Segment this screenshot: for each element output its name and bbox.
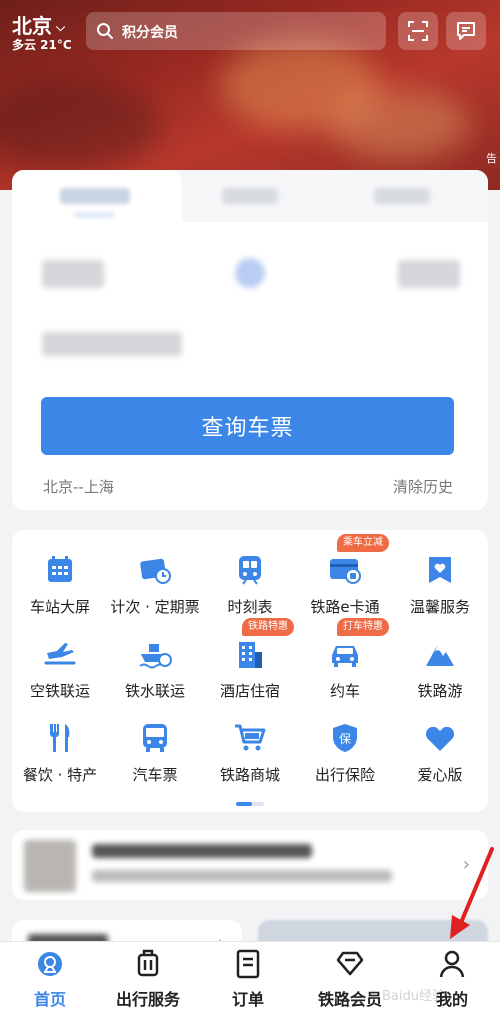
service-label: 出行保险: [314, 766, 375, 784]
ship-rail-icon: [137, 636, 173, 672]
departure-date[interactable]: [42, 332, 182, 356]
city-name: 北京: [12, 14, 52, 38]
service-label: 铁路e卡通: [310, 598, 380, 616]
tab-home[interactable]: 首页: [0, 942, 100, 1031]
service-bus[interactable]: 汽车票: [107, 714, 203, 792]
bus-icon: [137, 720, 173, 756]
scan-button[interactable]: [398, 12, 438, 50]
tab-orders[interactable]: 订单: [198, 942, 298, 1031]
search-icon: [97, 23, 113, 39]
city-selector[interactable]: 北京 ⌵: [12, 10, 65, 39]
service-label: 温馨服务: [409, 598, 470, 616]
service-label: 约车: [329, 682, 360, 700]
ad-tag: 告: [486, 152, 497, 165]
message-icon: [457, 22, 475, 40]
notice-subtitle: [92, 870, 392, 882]
service-label: 车站大屏: [29, 598, 90, 616]
tab-label: 出行服务: [115, 990, 180, 1009]
service-label: 爱心版: [417, 766, 463, 784]
service-warm-service[interactable]: 温馨服务: [392, 546, 488, 624]
notice-thumbnail: [24, 840, 76, 892]
service-car[interactable]: 打车特惠 约车: [297, 618, 393, 708]
service-label: 计次 · 定期票: [110, 598, 200, 616]
service-station-screen[interactable]: 车站大屏: [12, 546, 108, 624]
mountain-tour-icon: [422, 636, 458, 672]
service-insurance[interactable]: 保 出行保险: [297, 714, 393, 792]
arrival-station[interactable]: [398, 260, 460, 288]
news-notice-card[interactable]: ›: [12, 830, 488, 900]
tab-active[interactable]: [60, 188, 130, 204]
promo-badge: 乘车立减: [337, 534, 389, 552]
fork-knife-icon: [42, 720, 78, 756]
service-food[interactable]: 餐饮 · 特产: [12, 714, 108, 792]
weather-info: 多云 21°C: [12, 38, 72, 52]
search-history-item[interactable]: 北京--上海: [43, 476, 114, 497]
service-label: 铁路游: [417, 682, 463, 700]
tab-second[interactable]: [222, 188, 278, 204]
swap-stations-button[interactable]: [235, 258, 265, 288]
person-icon: [436, 948, 468, 980]
car-icon: [327, 636, 363, 672]
shopping-cart-icon: [232, 720, 268, 756]
luggage-icon: [132, 948, 164, 980]
service-label: 铁水联运: [124, 682, 185, 700]
service-rail-ecard[interactable]: 乘车立减 铁路e卡通: [297, 534, 393, 624]
plane-rail-icon: [42, 636, 78, 672]
heart-service-icon: [422, 552, 458, 588]
service-label: 铁路商城: [219, 766, 280, 784]
service-plane-rail[interactable]: 空铁联运: [12, 630, 108, 708]
ticket-search-card: 查询车票 北京--上海 清除历史: [12, 170, 488, 510]
service-label: 餐饮 · 特产: [22, 766, 98, 784]
search-placeholder: 积分会员: [122, 25, 178, 41]
ticket-pass-icon: [137, 552, 173, 588]
query-tickets-button[interactable]: 查询车票: [41, 397, 454, 455]
message-button[interactable]: [446, 12, 486, 50]
promo-badge: 打车特惠: [337, 618, 389, 636]
services-grid: 车站大屏 计次 · 定期票 时刻表 乘车立减 铁路e卡通 温馨服务 空铁联运 铁…: [12, 530, 488, 812]
service-label: 空铁联运: [29, 682, 90, 700]
service-care-mode[interactable]: 爱心版: [392, 714, 488, 792]
order-doc-icon: [232, 948, 264, 980]
departure-station[interactable]: [42, 260, 104, 288]
top-bar: 北京 ⌵ 多云 21°C 积分会员: [0, 0, 500, 60]
service-label: 时刻表: [227, 598, 273, 616]
tab-travel-services[interactable]: 出行服务: [98, 942, 198, 1031]
hotel-icon: [232, 636, 268, 672]
tab-label: 订单: [231, 990, 264, 1009]
promo-badge: 铁路特惠: [242, 618, 294, 636]
service-hotel[interactable]: 铁路特惠 酒店住宿: [202, 618, 298, 708]
service-label: 酒店住宿: [219, 682, 280, 700]
notice-title: [92, 844, 312, 858]
svg-text:保: 保: [339, 732, 351, 746]
diamond-icon: [334, 948, 366, 980]
tab-third[interactable]: [374, 188, 430, 204]
service-rail-tour[interactable]: 铁路游: [392, 630, 488, 708]
service-ticket-pass[interactable]: 计次 · 定期票: [107, 546, 203, 624]
service-ship-rail[interactable]: 铁水联运: [107, 630, 203, 708]
scan-icon: [408, 21, 428, 41]
service-rail-mall[interactable]: 铁路商城: [202, 714, 298, 792]
service-label: 汽车票: [132, 766, 178, 784]
station-screen-icon: [42, 552, 78, 588]
insurance-shield-icon: 保: [327, 720, 363, 756]
heart-icon: [422, 720, 458, 756]
search-bar[interactable]: 积分会员: [86, 12, 386, 50]
train-timetable-icon: [232, 552, 268, 588]
chevron-down-icon: ⌵: [56, 20, 66, 34]
clear-history-button[interactable]: 清除历史: [393, 476, 453, 497]
home-icon: [34, 948, 66, 980]
ticket-type-tabs: [12, 170, 488, 222]
annotation-arrow-icon: [450, 847, 494, 939]
rail-ecard-icon: [327, 552, 363, 588]
watermark: Baidu经验: [382, 989, 445, 1004]
tab-label: 首页: [33, 990, 66, 1009]
service-timetable[interactable]: 时刻表: [202, 546, 298, 624]
